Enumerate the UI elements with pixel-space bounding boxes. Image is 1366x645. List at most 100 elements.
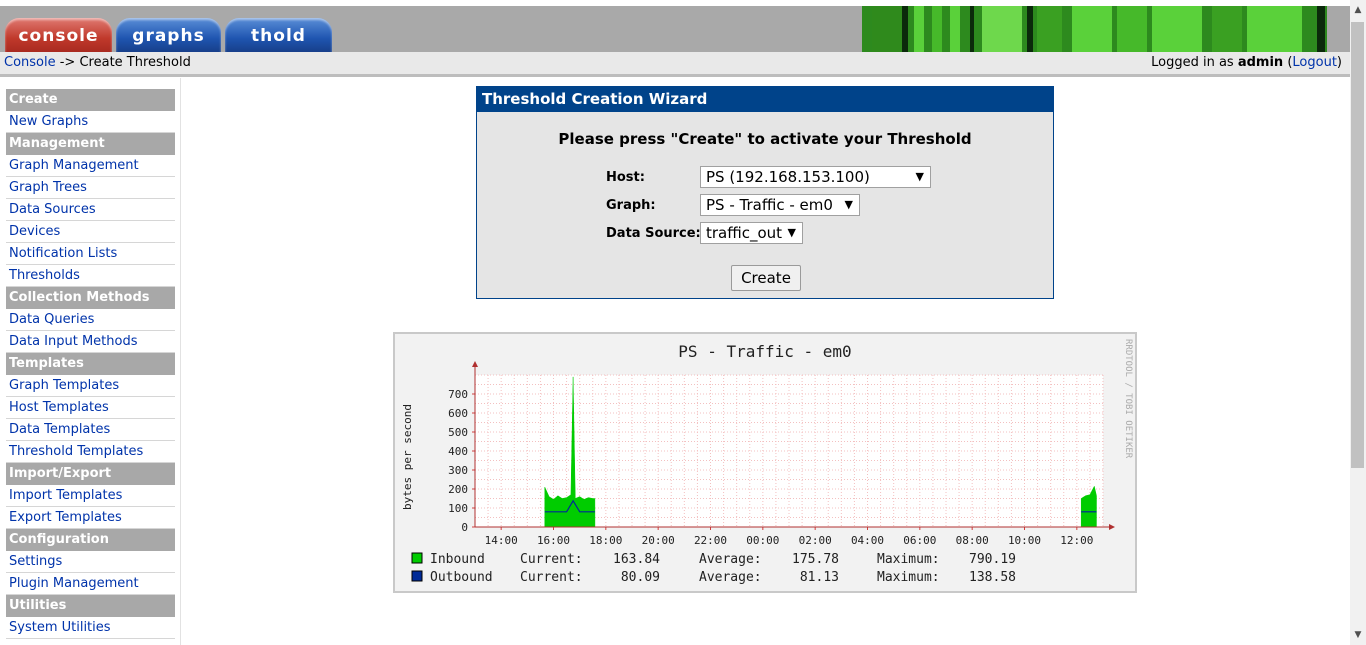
cactus-logo-image [862,6,1350,52]
data-source-label: Data Source: [606,226,701,241]
legend-average-value: 175.78 [792,552,839,567]
x-tick-label: 12:00 [1060,534,1093,547]
legend-maximum-value: 138.58 [969,570,1016,585]
sidebar-item-graph-templates[interactable]: Graph Templates [6,375,175,397]
sidebar-item-export-templates[interactable]: Export Templates [6,507,175,529]
sidebar-item-host-templates[interactable]: Host Templates [6,397,175,419]
host-label: Host: [606,170,645,185]
breadcrumb-console-link[interactable]: Console [4,55,56,70]
x-tick-label: 00:00 [746,534,779,547]
legend-maximum-label: Maximum: [877,552,940,567]
sidebar-header-collection-methods: Collection Methods [6,287,175,309]
wizard-prompt: Please press "Create" to activate your T… [558,130,972,148]
sidebar-item-new-graphs[interactable]: New Graphs [6,111,175,133]
scroll-down-icon[interactable]: ▼ [1350,627,1366,643]
y-tick-label: 0 [461,521,468,534]
legend-name: Inbound [430,552,485,567]
scrollbar-thumb[interactable] [1351,22,1364,468]
sidebar-header-create: Create [6,89,175,111]
legend-average-value: 81.13 [800,570,839,585]
login-close-paren: ) [1336,55,1342,70]
y-tick-label: 700 [448,388,468,401]
sidebar-item-settings[interactable]: Settings [6,551,175,573]
sidebar-item-graph-trees[interactable]: Graph Trees [6,177,175,199]
sidebar-item-import-templates[interactable]: Import Templates [6,485,175,507]
x-tick-label: 04:00 [851,534,884,547]
scroll-up-icon[interactable]: ▲ [1350,2,1366,18]
y-tick-label: 200 [448,483,468,496]
x-tick-label: 16:00 [537,534,570,547]
y-tick-label: 100 [448,502,468,515]
dropdown-arrow-icon: ▼ [844,198,853,211]
sidebar-item-system-utilities[interactable]: System Utilities [6,617,175,639]
x-tick-label: 10:00 [1008,534,1041,547]
y-axis-arrow-icon [472,361,478,367]
sidebar-item-plugin-management[interactable]: Plugin Management [6,573,175,595]
legend-maximum-label: Maximum: [877,570,940,585]
graph-select-value: PS - Traffic - em0 [706,196,833,214]
x-tick-label: 02:00 [799,534,832,547]
sidebar-header-import-export: Import/Export [6,463,175,485]
traffic-graph-svg: PS - Traffic - em0 RRDTOOL / TOBI OETIKE… [401,339,1133,585]
dropdown-arrow-icon: ▼ [915,170,924,183]
login-prefix: Logged in as [1151,55,1238,70]
create-button[interactable]: Create [731,265,801,291]
legend-current-label: Current: [520,570,583,585]
graph-title: PS - Traffic - em0 [678,342,851,361]
tab-graphs[interactable]: graphs [116,18,221,52]
x-tick-label: 18:00 [589,534,622,547]
x-axis-arrow-icon [1109,524,1115,530]
data-source-select[interactable]: traffic_out ▼ [700,222,803,244]
graph-label: Graph: [606,198,656,213]
host-select-value: PS (192.168.153.100) [706,168,870,186]
host-select[interactable]: PS (192.168.153.100) ▼ [700,166,931,188]
outbound-legend-swatch [411,570,423,582]
sidebar-header-templates: Templates [6,353,175,375]
legend-average-label: Average: [699,552,762,567]
sidebar-item-data-templates[interactable]: Data Templates [6,419,175,441]
breadcrumb-separator: -> [55,55,80,70]
sidebar-header-management: Management [6,133,175,155]
sidebar-item-data-sources[interactable]: Data Sources [6,199,175,221]
sidebar-item-data-queries[interactable]: Data Queries [6,309,175,331]
logout-link[interactable]: Logout [1292,55,1337,70]
breadcrumb-bar: Console -> Create Threshold Logged in as… [0,52,1350,77]
login-status: Logged in as admin (Logout) [1151,52,1342,74]
sidebar-header-configuration: Configuration [6,529,175,551]
wizard-title: Threshold Creation Wizard [477,87,1053,112]
sidebar-item-data-input-methods[interactable]: Data Input Methods [6,331,175,353]
sidebar-menu: Create New Graphs Management Graph Manag… [6,89,175,639]
traffic-graph[interactable]: PS - Traffic - em0 RRDTOOL / TOBI OETIKE… [393,332,1137,593]
x-tick-label: 22:00 [694,534,727,547]
legend-current-value: 80.09 [621,570,660,585]
sidebar-item-thresholds[interactable]: Thresholds [6,265,175,287]
login-user: admin [1237,55,1284,70]
top-banner: console graphs thold [0,0,1350,52]
graph-watermark: RRDTOOL / TOBI OETIKER [1123,339,1133,459]
legend-current-label: Current: [520,552,583,567]
data-source-select-value: traffic_out [706,224,783,242]
y-tick-label: 400 [448,445,468,458]
sidebar-item-notification-lists[interactable]: Notification Lists [6,243,175,265]
sidebar-item-devices[interactable]: Devices [6,221,175,243]
x-tick-label: 08:00 [956,534,989,547]
y-tick-label: 300 [448,464,468,477]
sidebar-divider [180,78,181,645]
y-tick-label: 500 [448,426,468,439]
breadcrumb-current: Create Threshold [79,55,191,70]
tab-thold[interactable]: thold [225,18,332,52]
x-tick-label: 06:00 [903,534,936,547]
sidebar-item-threshold-templates[interactable]: Threshold Templates [6,441,175,463]
sidebar-header-utilities: Utilities [6,595,175,617]
legend-current-value: 163.84 [613,552,660,567]
tab-console[interactable]: console [5,18,112,52]
y-tick-label: 600 [448,407,468,420]
inbound-legend-swatch [411,552,423,564]
legend-maximum-value: 790.19 [969,552,1016,567]
graph-y-axis-label: bytes per second [401,404,414,510]
plot-area: 0 100 200 300 400 500 600 700 14:00 16:00 18:00 20:… [448,361,1115,547]
graph-select[interactable]: PS - Traffic - em0 ▼ [700,194,860,216]
x-tick-label: 20:00 [642,534,675,547]
sidebar-item-graph-management[interactable]: Graph Management [6,155,175,177]
graph-legend: Inbound Current: 163.84 Average: 175.78 Maxim… [411,552,1016,585]
